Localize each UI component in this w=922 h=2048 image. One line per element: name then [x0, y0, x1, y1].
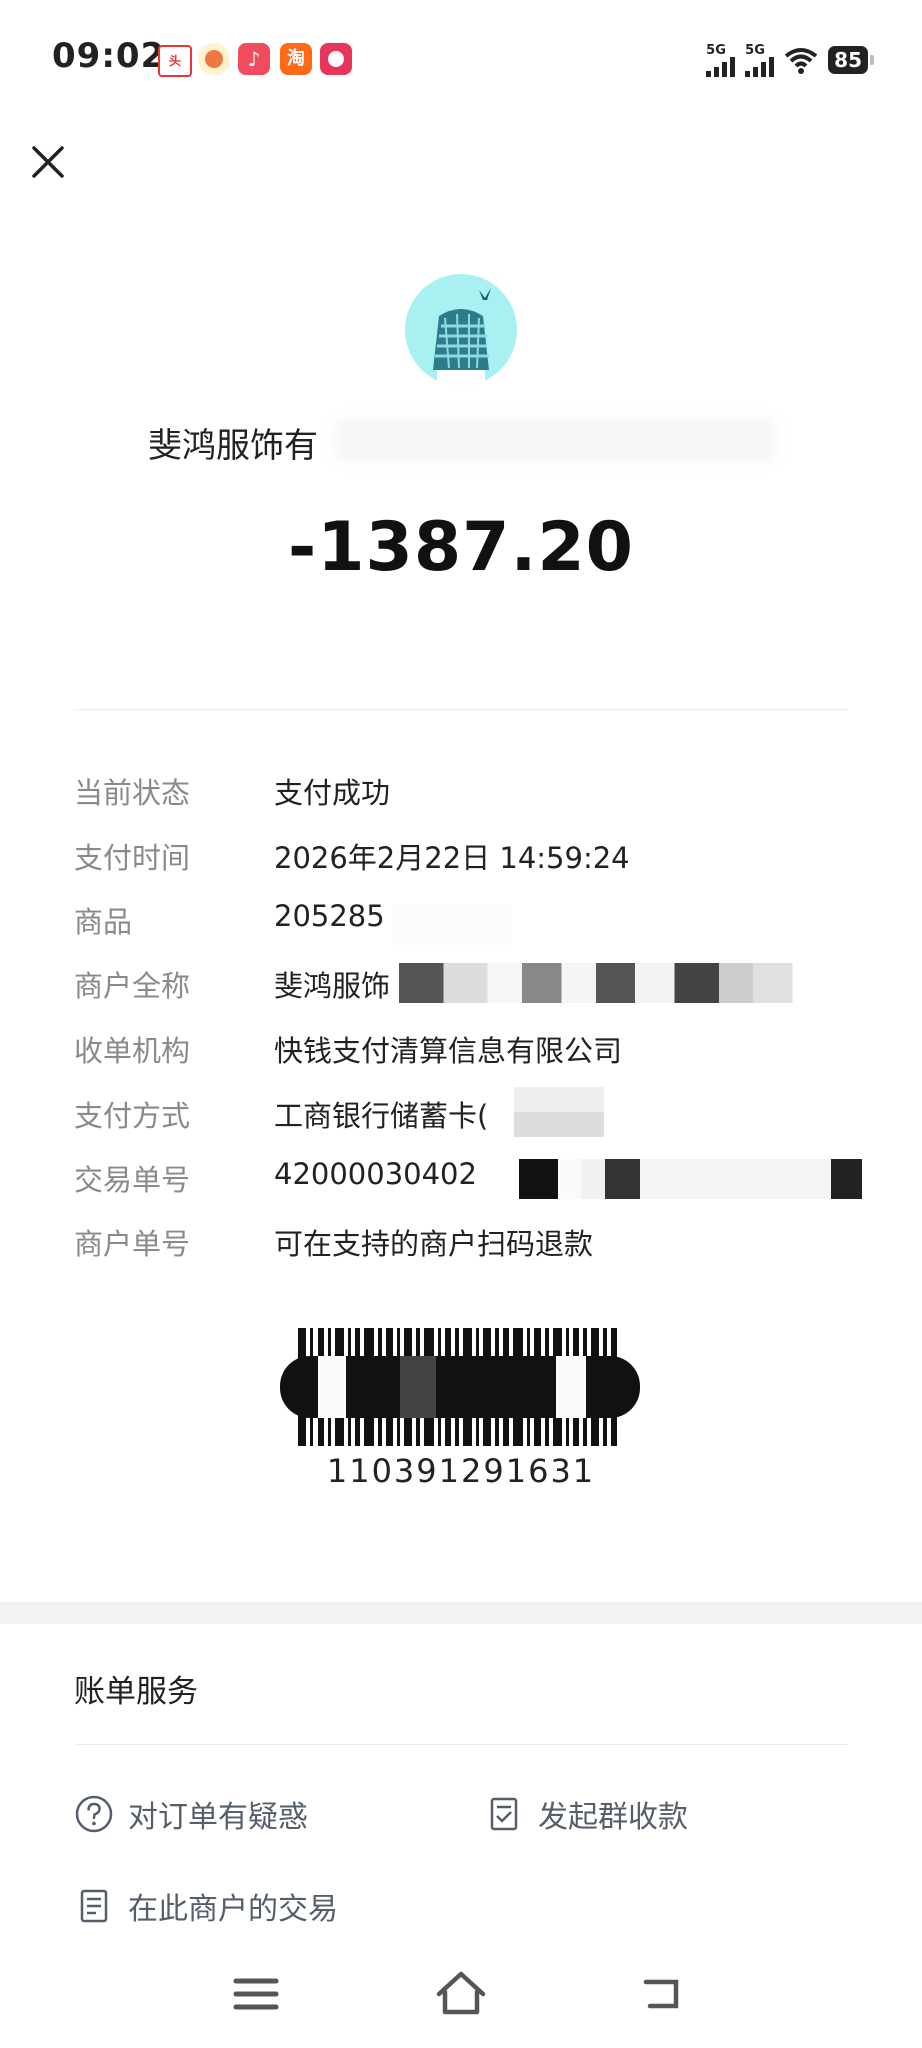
- status-bar: 09:02 头 ♪ 淘 5G 5G 85: [0, 0, 922, 120]
- detail-row-acquirer: 收单机构 快钱支付清算信息有限公司: [74, 1028, 848, 1084]
- toutiao-app-icon: 头: [158, 45, 192, 77]
- detail-label: 商户单号: [74, 1227, 191, 1261]
- section-separator: [0, 1602, 922, 1624]
- back-icon[interactable]: [636, 1964, 696, 2024]
- news-app-icon: [198, 43, 230, 75]
- question-circle-icon: [75, 1795, 113, 1833]
- detail-row-status: 当前状态 支付成功: [74, 770, 848, 826]
- divider-top: [74, 709, 848, 710]
- menu-icon[interactable]: [226, 1964, 286, 2024]
- network-type-1: 5G: [706, 42, 726, 58]
- service-label: 对订单有疑惑: [128, 1800, 308, 1835]
- system-navigation-bar: [0, 1940, 922, 2048]
- detail-row-transaction-no: 交易单号 42000030402: [74, 1157, 909, 1213]
- order-question-link[interactable]: 对订单有疑惑: [74, 1792, 308, 1836]
- detail-value: 斐鸿服饰: [274, 969, 391, 1003]
- detail-label: 收单机构: [74, 1034, 191, 1068]
- detail-row-payment-method: 支付方式 工商银行储蓄卡(: [74, 1087, 848, 1149]
- detail-row-time: 支付时间 2026年2月22日 14:59:24: [74, 835, 848, 891]
- taobao-app-icon: 淘: [280, 43, 312, 75]
- redacted-merchant-fullname: [399, 963, 891, 1003]
- detail-row-merchant-order: 商户单号 可在支持的商户扫码退款: [74, 1221, 848, 1277]
- game-app-icon: [320, 43, 352, 75]
- detail-value: 工商银行储蓄卡(: [274, 1099, 489, 1133]
- detail-label: 交易单号: [74, 1163, 191, 1197]
- group-collect-link[interactable]: 发起群收款: [484, 1792, 688, 1836]
- detail-label: 支付方式: [74, 1099, 191, 1133]
- service-label: 发起群收款: [538, 1800, 688, 1835]
- redacted-card-number: [514, 1087, 604, 1137]
- signal-2-icon: 5G: [745, 42, 775, 77]
- wifi-icon: [784, 48, 818, 74]
- refund-barcode[interactable]: [280, 1328, 640, 1446]
- detail-value: 205285: [274, 899, 385, 933]
- network-type-2: 5G: [745, 42, 765, 58]
- merchant-logo-image: [433, 288, 491, 386]
- status-indicators: 5G 5G 85: [706, 40, 874, 80]
- payment-amount: -1387.20: [288, 508, 634, 587]
- detail-row-merchant-fullname: 商户全称 斐鸿服饰: [74, 963, 891, 1019]
- barcode-number: 110391291631: [326, 1452, 596, 1490]
- merchant-transactions-link[interactable]: 在此商户的交易: [74, 1884, 338, 1928]
- redacted-product: [392, 905, 512, 945]
- divider-services: [74, 1744, 848, 1745]
- detail-value: 可在支持的商户扫码退款: [274, 1227, 594, 1261]
- status-time: 09:02: [52, 36, 166, 76]
- document-list-icon: [80, 1889, 108, 1923]
- detail-value: 支付成功: [274, 776, 391, 810]
- merchant-avatar: [405, 274, 517, 386]
- battery-indicator: 85: [828, 46, 874, 74]
- service-label: 在此商户的交易: [128, 1892, 338, 1927]
- group-collect-icon: [490, 1797, 518, 1831]
- merchant-name: 斐鸿服饰有: [148, 426, 318, 466]
- music-app-icon: ♪: [238, 43, 270, 75]
- redacted-transaction-no: [519, 1159, 909, 1199]
- close-icon[interactable]: [28, 142, 68, 182]
- detail-label: 商户全称: [74, 969, 191, 1003]
- signal-1-icon: 5G: [706, 42, 736, 77]
- detail-value: 42000030402: [274, 1157, 477, 1191]
- detail-label: 支付时间: [74, 841, 191, 875]
- detail-row-product: 商品 205285: [74, 899, 848, 955]
- detail-label: 商品: [74, 905, 133, 939]
- home-icon[interactable]: [431, 1964, 491, 2024]
- detail-label: 当前状态: [74, 776, 191, 810]
- redacted-merchant-name: [335, 418, 775, 462]
- bill-services-title: 账单服务: [74, 1674, 198, 1710]
- detail-value: 快钱支付清算信息有限公司: [274, 1034, 623, 1068]
- detail-value: 2026年2月22日 14:59:24: [274, 841, 630, 875]
